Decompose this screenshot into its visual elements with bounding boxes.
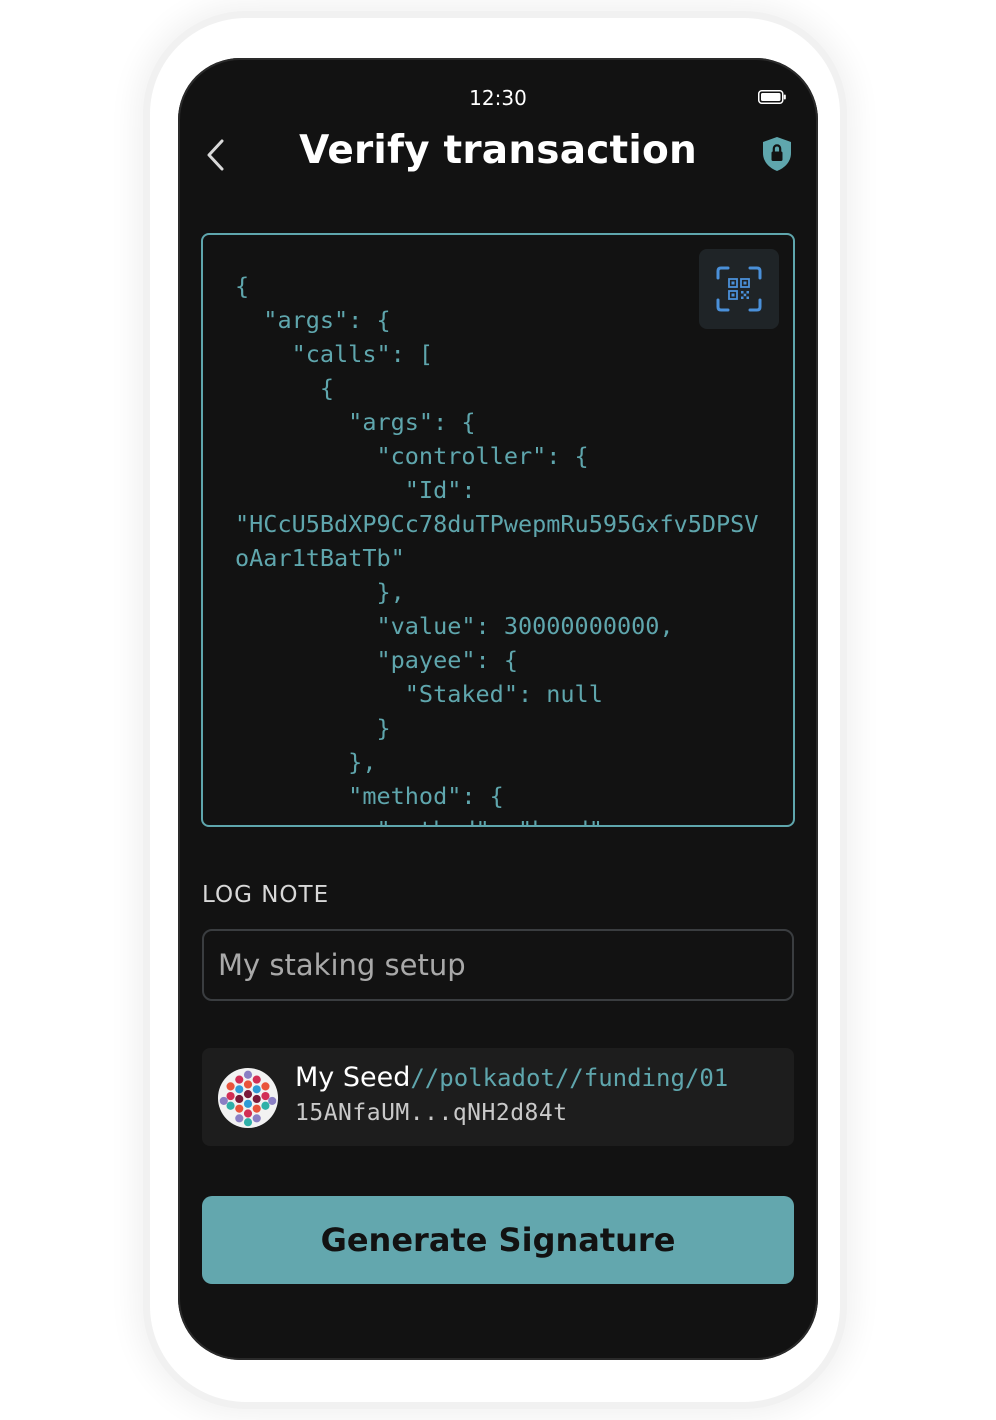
qr-scan-button[interactable]	[699, 249, 779, 329]
transaction-json-text: { "args": { "calls": [ { "args": { "cont…	[235, 272, 759, 825]
battery-icon	[758, 90, 786, 104]
generate-signature-button[interactable]: Generate Signature	[202, 1196, 794, 1284]
account-card[interactable]: My Seed//polkadot//funding/01 15ANfaUM..…	[202, 1048, 794, 1146]
page-title: Verify transaction	[299, 128, 697, 173]
phone-screen: 12:30 Verify transaction { "args": { "ca…	[178, 58, 818, 1360]
transaction-json-viewer[interactable]: { "args": { "calls": [ { "args": { "cont…	[201, 233, 795, 827]
account-address: 15ANfaUM...qNH2d84t	[295, 1100, 568, 1126]
account-derivation-path: //polkadot//funding/01	[410, 1064, 729, 1092]
account-name: My Seed	[295, 1062, 411, 1093]
log-note-label: LOG NOTE	[202, 882, 330, 908]
qr-scan-icon	[716, 266, 762, 312]
identicon-avatar	[217, 1067, 279, 1129]
back-button[interactable]	[196, 130, 236, 180]
shield-lock-icon[interactable]	[761, 136, 793, 172]
account-title-line: My Seed//polkadot//funding/01	[295, 1062, 728, 1093]
status-time: 12:30	[469, 86, 527, 110]
log-note-input[interactable]	[202, 929, 794, 1001]
chevron-left-icon	[207, 139, 224, 171]
